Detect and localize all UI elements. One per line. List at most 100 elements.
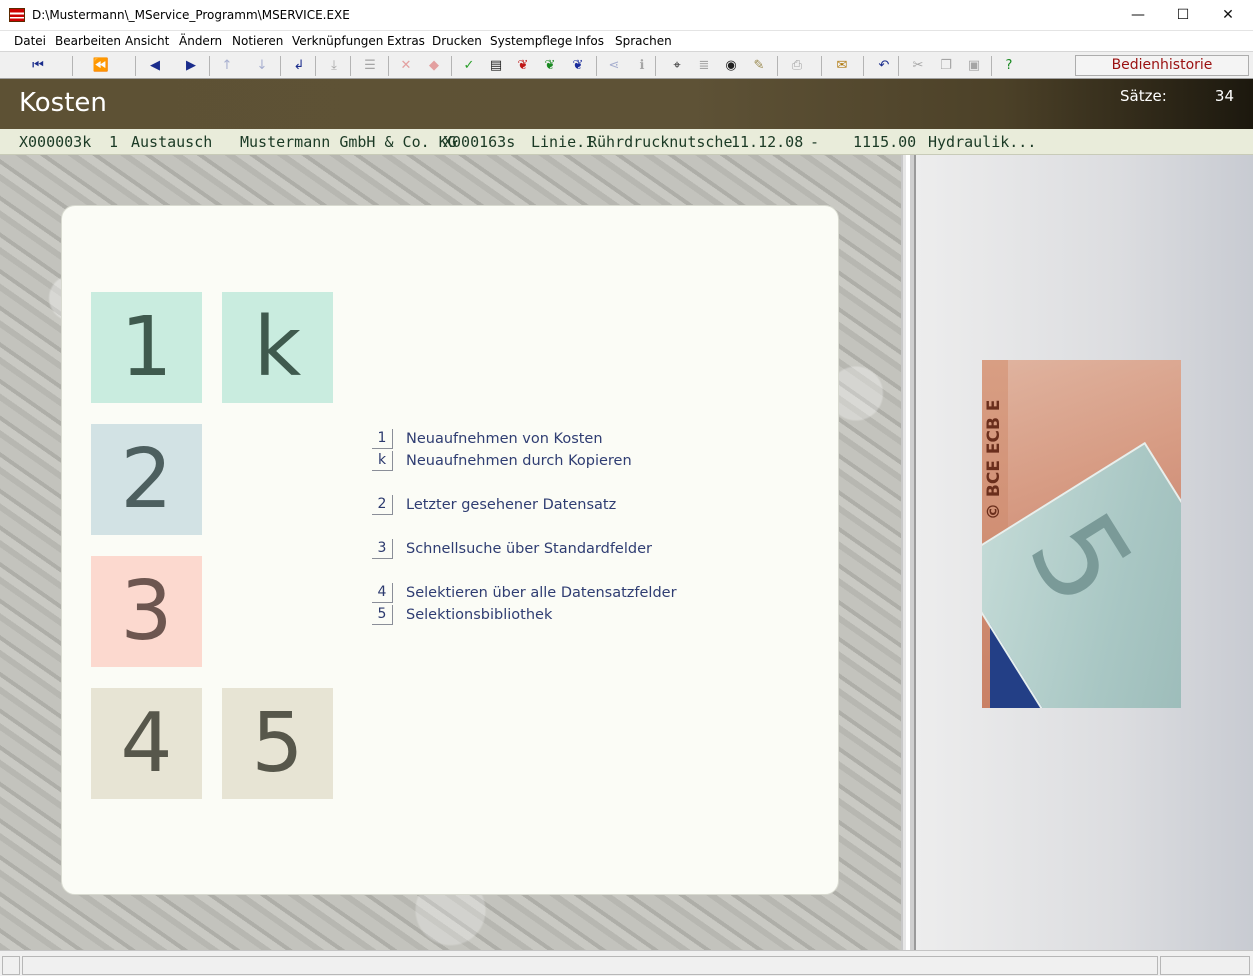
- status-panel: [1160, 956, 1250, 975]
- toolbar-separator: [596, 56, 597, 76]
- toolbar-separator: [451, 56, 452, 76]
- current-record-line: X000003k 1 Austausch Mustermann GmbH & C…: [0, 129, 1253, 155]
- record-green-icon[interactable]: ❦: [540, 56, 560, 76]
- option-label: Schnellsuche über Standardfelder: [406, 541, 652, 557]
- toolbar-separator: [72, 56, 73, 76]
- option-key: 3: [372, 539, 393, 559]
- toolbar: ⏮ ⏪ ◀ ▶ ↑ ↓ ↲ ⤓ ☰ ✕ ◆ ✓ ▤ ❦ ❦ ❦ ⋖ ℹ ⌖ ≣ ◉ ✎ ⎙ ✉ ↶ ✂ ❐ ▣? Bedienhist…: [0, 51, 1253, 79]
- tile-selection-library[interactable]: 5: [222, 688, 333, 799]
- document-icon[interactable]: ▤: [486, 56, 506, 76]
- record-number: 1: [109, 133, 119, 151]
- status-bar: [0, 950, 1253, 976]
- menu-drucken[interactable]: Drucken: [432, 34, 482, 48]
- tile-new[interactable]: 1: [91, 292, 202, 403]
- record-blue-icon[interactable]: ❦: [568, 56, 588, 76]
- page-header: Kosten Sätze: 34: [0, 79, 1253, 129]
- binoculars-icon[interactable]: ⌖: [667, 56, 687, 76]
- toolbar-separator: [655, 56, 656, 76]
- option-key: 2: [372, 495, 393, 515]
- record-count-value: 34: [1214, 87, 1234, 105]
- erase-icon[interactable]: ◆: [424, 56, 444, 76]
- arrow-down-icon[interactable]: ↓: [252, 56, 272, 76]
- toolbar-separator: [863, 56, 864, 76]
- status-panel: [22, 956, 1158, 975]
- pane-splitter[interactable]: [901, 155, 916, 950]
- cut-icon[interactable]: ✂: [908, 56, 928, 76]
- record-company: Mustermann GmbH & Co. KG: [240, 133, 457, 151]
- toolbar-separator: [898, 56, 899, 76]
- tile-select-all[interactable]: 4: [91, 688, 202, 799]
- option-key: 5: [372, 605, 393, 625]
- toolbar-separator: [777, 56, 778, 76]
- tile-copy[interactable]: k: [222, 292, 333, 403]
- print-icon[interactable]: ⎙: [787, 56, 807, 76]
- title-bar: D:\Mustermann\_MService_Programm\MSERVIC…: [0, 0, 1253, 31]
- mail-icon[interactable]: ✉: [832, 56, 852, 76]
- option-key: k: [372, 451, 393, 471]
- record-date: 11.12.08: [731, 133, 804, 151]
- option-label: Selektieren über alle Datensatzfelder: [406, 585, 677, 601]
- menu-extras[interactable]: Extras: [387, 34, 425, 48]
- banknote-text: © BCE ECB E: [984, 399, 1004, 520]
- banknote-image: © BCE ECB E ★ ★ ★ ★ ★ ★ ★ ★ ★ 5: [982, 360, 1181, 708]
- close-button[interactable]: ✕: [1205, 0, 1251, 31]
- first-record-icon[interactable]: ⏮: [28, 56, 48, 76]
- window-title: D:\Mustermann\_MService_Programm\MSERVIC…: [32, 8, 350, 22]
- page-title: Kosten: [19, 88, 107, 118]
- import-icon[interactable]: ⤓: [324, 56, 344, 76]
- menu-bar: Datei Bearbeiten Ansicht Ändern Notieren…: [0, 31, 1253, 51]
- help-icon[interactable]: ?: [999, 56, 1019, 76]
- copy-icon[interactable]: ❐: [936, 56, 956, 76]
- record-id: X000003k: [19, 133, 92, 151]
- menu-ansicht[interactable]: Ansicht: [125, 34, 169, 48]
- record-red-icon[interactable]: ❦: [513, 56, 533, 76]
- record-object-id: X000163s: [443, 133, 516, 151]
- paste-icon[interactable]: ▣: [964, 56, 984, 76]
- eye-icon[interactable]: ◉: [721, 56, 741, 76]
- link-icon[interactable]: ⋖: [604, 56, 624, 76]
- toolbar-separator: [821, 56, 822, 76]
- toolbar-separator: [991, 56, 992, 76]
- option-key: 1: [372, 429, 393, 449]
- toolbar-separator: [209, 56, 210, 76]
- menu-infos[interactable]: Infos: [575, 34, 604, 48]
- maximize-button[interactable]: ☐: [1160, 0, 1206, 31]
- record-category: Hydraulik...: [928, 133, 1037, 151]
- previous-icon[interactable]: ◀: [145, 56, 165, 76]
- minimize-button[interactable]: —: [1115, 0, 1161, 31]
- arrow-up-icon[interactable]: ↑: [217, 56, 237, 76]
- app-icon: [9, 8, 25, 22]
- tile-last-record[interactable]: 2: [91, 424, 202, 535]
- next-icon[interactable]: ▶: [181, 56, 201, 76]
- option-label: Letzter gesehener Datensatz: [406, 497, 617, 513]
- option-label: Neuaufnehmen durch Kopieren: [406, 453, 632, 469]
- info-icon[interactable]: ℹ: [632, 56, 652, 76]
- history-button[interactable]: Bedienhistorie: [1075, 55, 1249, 76]
- record-dash: -: [810, 133, 820, 151]
- record-amount: 1115.00: [853, 133, 917, 151]
- list-icon[interactable]: ☰: [360, 56, 380, 76]
- delete-icon[interactable]: ✕: [396, 56, 416, 76]
- record-type: Austausch: [131, 133, 213, 151]
- toolbar-separator: [388, 56, 389, 76]
- menu-bearbeiten[interactable]: Bearbeiten: [55, 34, 121, 48]
- menu-verknuepfungen[interactable]: Verknüpfungen: [292, 34, 383, 48]
- highlight-icon[interactable]: ✎: [749, 56, 769, 76]
- menu-datei[interactable]: Datei: [14, 34, 46, 48]
- menu-systempflege[interactable]: Systempflege: [490, 34, 572, 48]
- table-icon[interactable]: ≣: [694, 56, 714, 76]
- menu-sprachen[interactable]: Sprachen: [615, 34, 672, 48]
- undo-icon[interactable]: ↶: [874, 56, 894, 76]
- toolbar-separator: [135, 56, 136, 76]
- menu-aendern[interactable]: Ändern: [179, 34, 222, 48]
- status-panel: [2, 956, 20, 975]
- record-device: Rührdrucknutsche: [588, 133, 733, 151]
- tile-quick-search[interactable]: 3: [91, 556, 202, 667]
- return-icon[interactable]: ↲: [289, 56, 309, 76]
- toolbar-separator: [280, 56, 281, 76]
- menu-notieren[interactable]: Notieren: [232, 34, 283, 48]
- rewind-icon[interactable]: ⏪: [91, 56, 111, 76]
- option-key: 4: [372, 583, 393, 603]
- record-count-label: Sätze:: [1120, 87, 1167, 105]
- check-icon[interactable]: ✓: [459, 56, 479, 76]
